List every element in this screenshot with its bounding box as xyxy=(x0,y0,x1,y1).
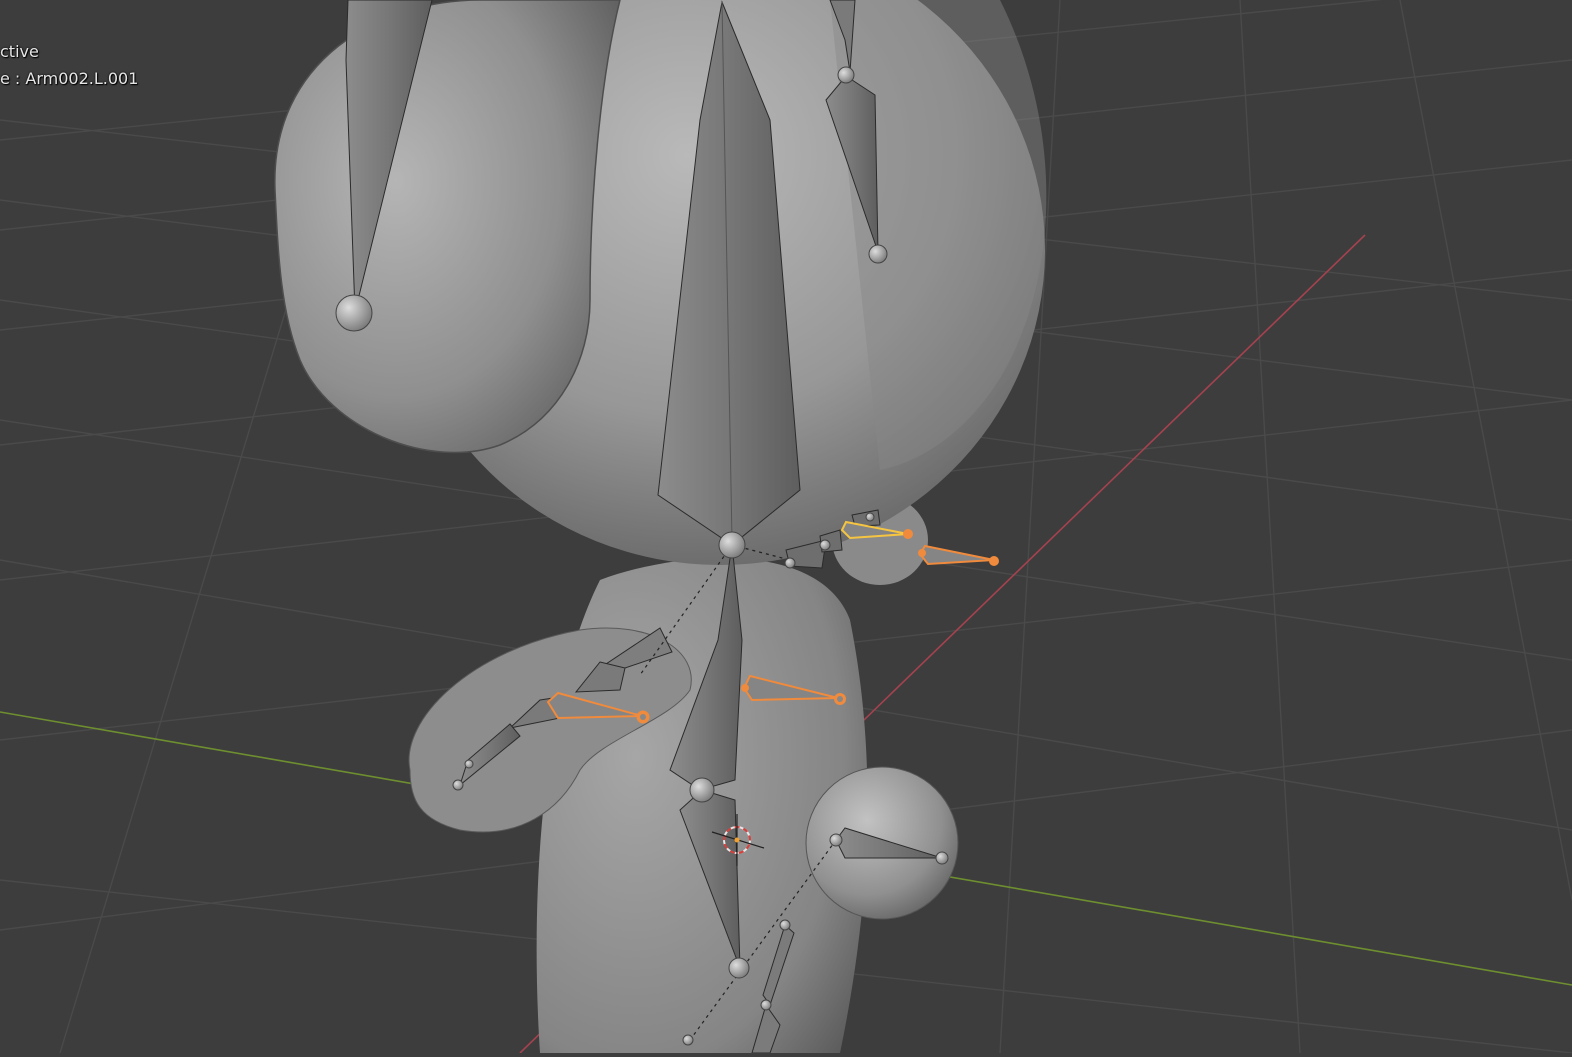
active-bone-info: e : Arm002.L.001 xyxy=(0,69,138,88)
active-bone-name: Arm002.L.001 xyxy=(25,69,139,88)
3d-viewport[interactable] xyxy=(0,0,1572,1054)
selected-bone-shoulder-right xyxy=(918,544,995,566)
bone-prefix-text: e : xyxy=(0,69,26,88)
viewport-mode-text: ctive xyxy=(0,42,39,61)
